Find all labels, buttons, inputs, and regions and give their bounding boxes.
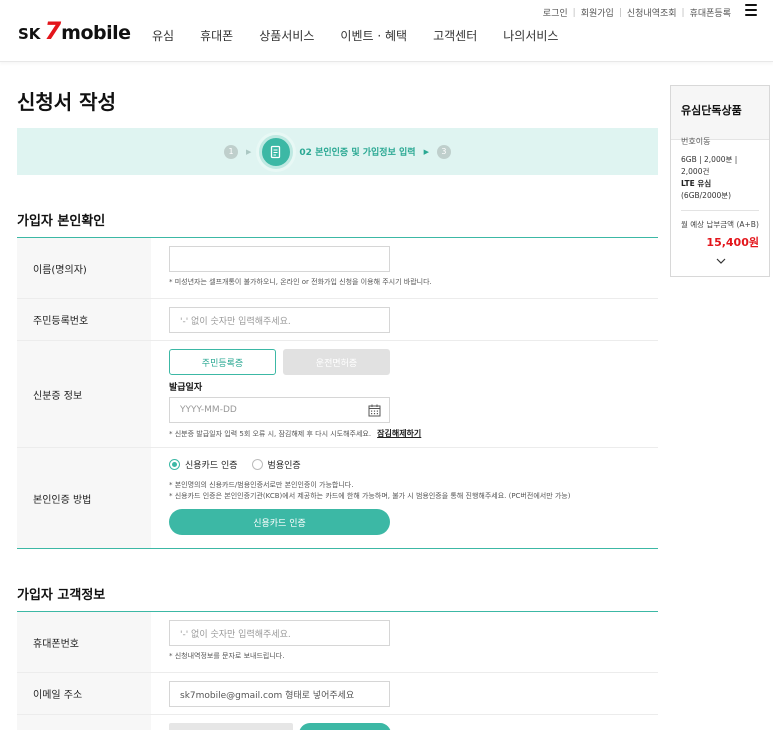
- product-plan-detail: (6GB/2000분): [681, 191, 732, 200]
- chevron-down-icon[interactable]: [716, 258, 726, 264]
- separator: |: [618, 7, 622, 18]
- signup-link[interactable]: 회원가입: [581, 6, 614, 19]
- page-title: 신청서 작성: [17, 90, 116, 114]
- document-icon: [271, 145, 281, 158]
- form-row-rrn: 주민등록번호 '-' 없이 숫자만 입력해주세요.: [17, 299, 658, 341]
- menu-icon[interactable]: [745, 4, 757, 16]
- nav-my-service[interactable]: 나의서비스: [503, 27, 558, 44]
- radio-selected-icon: [169, 459, 180, 470]
- minor-notice: * 미성년자는 셀프개통이 불가하오니, 온라인 or 전화가입 신청을 이용해…: [169, 278, 432, 286]
- issue-date-input[interactable]: YYYY-MM-DD: [169, 397, 390, 423]
- partial-button[interactable]: [299, 723, 391, 730]
- order-history-link[interactable]: 신청내역조회: [627, 6, 677, 19]
- login-link[interactable]: 로그인: [543, 6, 568, 19]
- unlock-link[interactable]: 잠김해제하기: [377, 429, 421, 438]
- row-label: [17, 715, 151, 730]
- issue-date-label: 발급일자: [169, 383, 203, 393]
- auth-method-label: 본인인증 방법: [17, 448, 151, 548]
- tab-resident-card[interactable]: 주민등록증: [169, 349, 276, 375]
- step-indicator: 1 ▶ 02 본인인증 및 가입정보 입력 ▶ 3: [17, 128, 658, 175]
- divider: [681, 210, 759, 211]
- product-summary-panel: 유심단독상품 번호이동 6GB | 2,000분 | 2,000건 LTE 유심…: [670, 85, 770, 277]
- rrn-label: 주민등록번호: [17, 299, 151, 340]
- form-row-id-info: 신분증 정보 주민등록증 운전면허증 발급일자 YYYY-MM-DD * 신분증…: [17, 341, 658, 448]
- form-row-auth-method: 본인인증 방법 신용카드 인증 범용인증 * 본인명의의 신용카드/범용인증서로…: [17, 448, 658, 549]
- price-label: 월 예상 납부금액 (A+B): [681, 220, 759, 229]
- form-row-next: [17, 715, 658, 730]
- name-label: 이름(명의자): [17, 238, 151, 298]
- radio-unselected-icon: [251, 459, 263, 470]
- tab-driver-license[interactable]: 운전면허증: [283, 349, 390, 375]
- section-title-identity: 가입자 본인확인: [17, 214, 106, 229]
- phone-register-link[interactable]: 휴대폰등록: [690, 6, 731, 19]
- name-input[interactable]: [169, 246, 390, 272]
- utility-links: 로그인 | 회원가입 | 신청내역조회 | 휴대폰등록: [543, 6, 731, 20]
- customer-info-form: 휴대폰번호 '-' 없이 숫자만 입력해주세요. * 신청내역정보를 문자로 보…: [17, 611, 658, 730]
- form-row-email: 이메일 주소 sk7mobile@gmail.com 형태로 넣어주세요: [17, 673, 658, 715]
- nav-products[interactable]: 상품서비스: [259, 27, 314, 44]
- site-header: 로그인 | 회원가입 | 신청내역조회 | 휴대폰등록 SK 7 mobile …: [0, 0, 773, 62]
- product-subtype: 번호이동: [681, 137, 711, 146]
- monthly-price: 15,400원: [706, 236, 759, 249]
- step-3: 3: [436, 144, 451, 159]
- product-spec: 6GB | 2,000분 | 2,000건: [681, 155, 738, 176]
- rrn-input[interactable]: '-' 없이 숫자만 입력해주세요.: [169, 307, 390, 333]
- product-title: 유심단독상품: [681, 104, 742, 117]
- auth-notice-1: * 본인명의의 신용카드/범용인증서로만 본인인증이 가능합니다.: [169, 481, 354, 489]
- separator: |: [572, 7, 576, 18]
- separator: |: [681, 7, 685, 18]
- step-arrow-icon: ▶: [423, 147, 429, 156]
- calendar-icon[interactable]: [368, 404, 381, 417]
- sk7mobile-logo[interactable]: SK 7 mobile: [18, 19, 131, 44]
- section-title-customer-info: 가입자 고객정보: [17, 588, 106, 603]
- nav-phone[interactable]: 휴대폰: [200, 27, 233, 44]
- partial-input[interactable]: [169, 723, 293, 730]
- form-row-name: 이름(명의자) * 미성년자는 셀프개통이 불가하오니, 온라인 or 전화가입…: [17, 238, 658, 299]
- phone-notice: * 신청내역정보를 문자로 보내드립니다.: [169, 652, 285, 660]
- main-nav: 유심 휴대폰 상품서비스 이벤트 · 혜택 고객센터 나의서비스: [152, 27, 584, 44]
- form-row-phone: 휴대폰번호 '-' 없이 숫자만 입력해주세요. * 신청내역정보를 문자로 보…: [17, 612, 658, 673]
- step-arrow-icon: ▶: [246, 147, 252, 156]
- nav-support[interactable]: 고객센터: [433, 27, 477, 44]
- nav-events[interactable]: 이벤트 · 혜택: [340, 27, 407, 44]
- product-plan: LTE 유심: [681, 179, 712, 188]
- issue-date-notice: * 신분증 발급일자 입력 5회 오류 시, 잠김해제 후 다시 시도해주세요.…: [169, 429, 422, 438]
- id-info-label: 신분증 정보: [17, 341, 151, 447]
- phone-label: 휴대폰번호: [17, 612, 151, 672]
- step-1: 1: [224, 144, 239, 159]
- radio-general-cert[interactable]: 범용인증: [251, 458, 301, 471]
- phone-input[interactable]: '-' 없이 숫자만 입력해주세요.: [169, 620, 390, 646]
- auth-notice-2: * 신용카드 인증은 본인인증기관(KCB)에서 제공하는 카드에 한해 가능하…: [169, 492, 571, 500]
- radio-credit-card[interactable]: 신용카드 인증: [169, 458, 238, 471]
- nav-usim[interactable]: 유심: [152, 27, 174, 44]
- email-input[interactable]: sk7mobile@gmail.com 형태로 넣어주세요: [169, 681, 390, 707]
- email-label: 이메일 주소: [17, 673, 151, 714]
- identity-form: 이름(명의자) * 미성년자는 셀프개통이 불가하오니, 온라인 or 전화가입…: [17, 237, 658, 549]
- credit-card-auth-button[interactable]: 신용카드 인증: [169, 509, 390, 535]
- step-2-label: 02 본인인증 및 가입정보 입력: [299, 148, 416, 158]
- step-2-active: [259, 134, 294, 169]
